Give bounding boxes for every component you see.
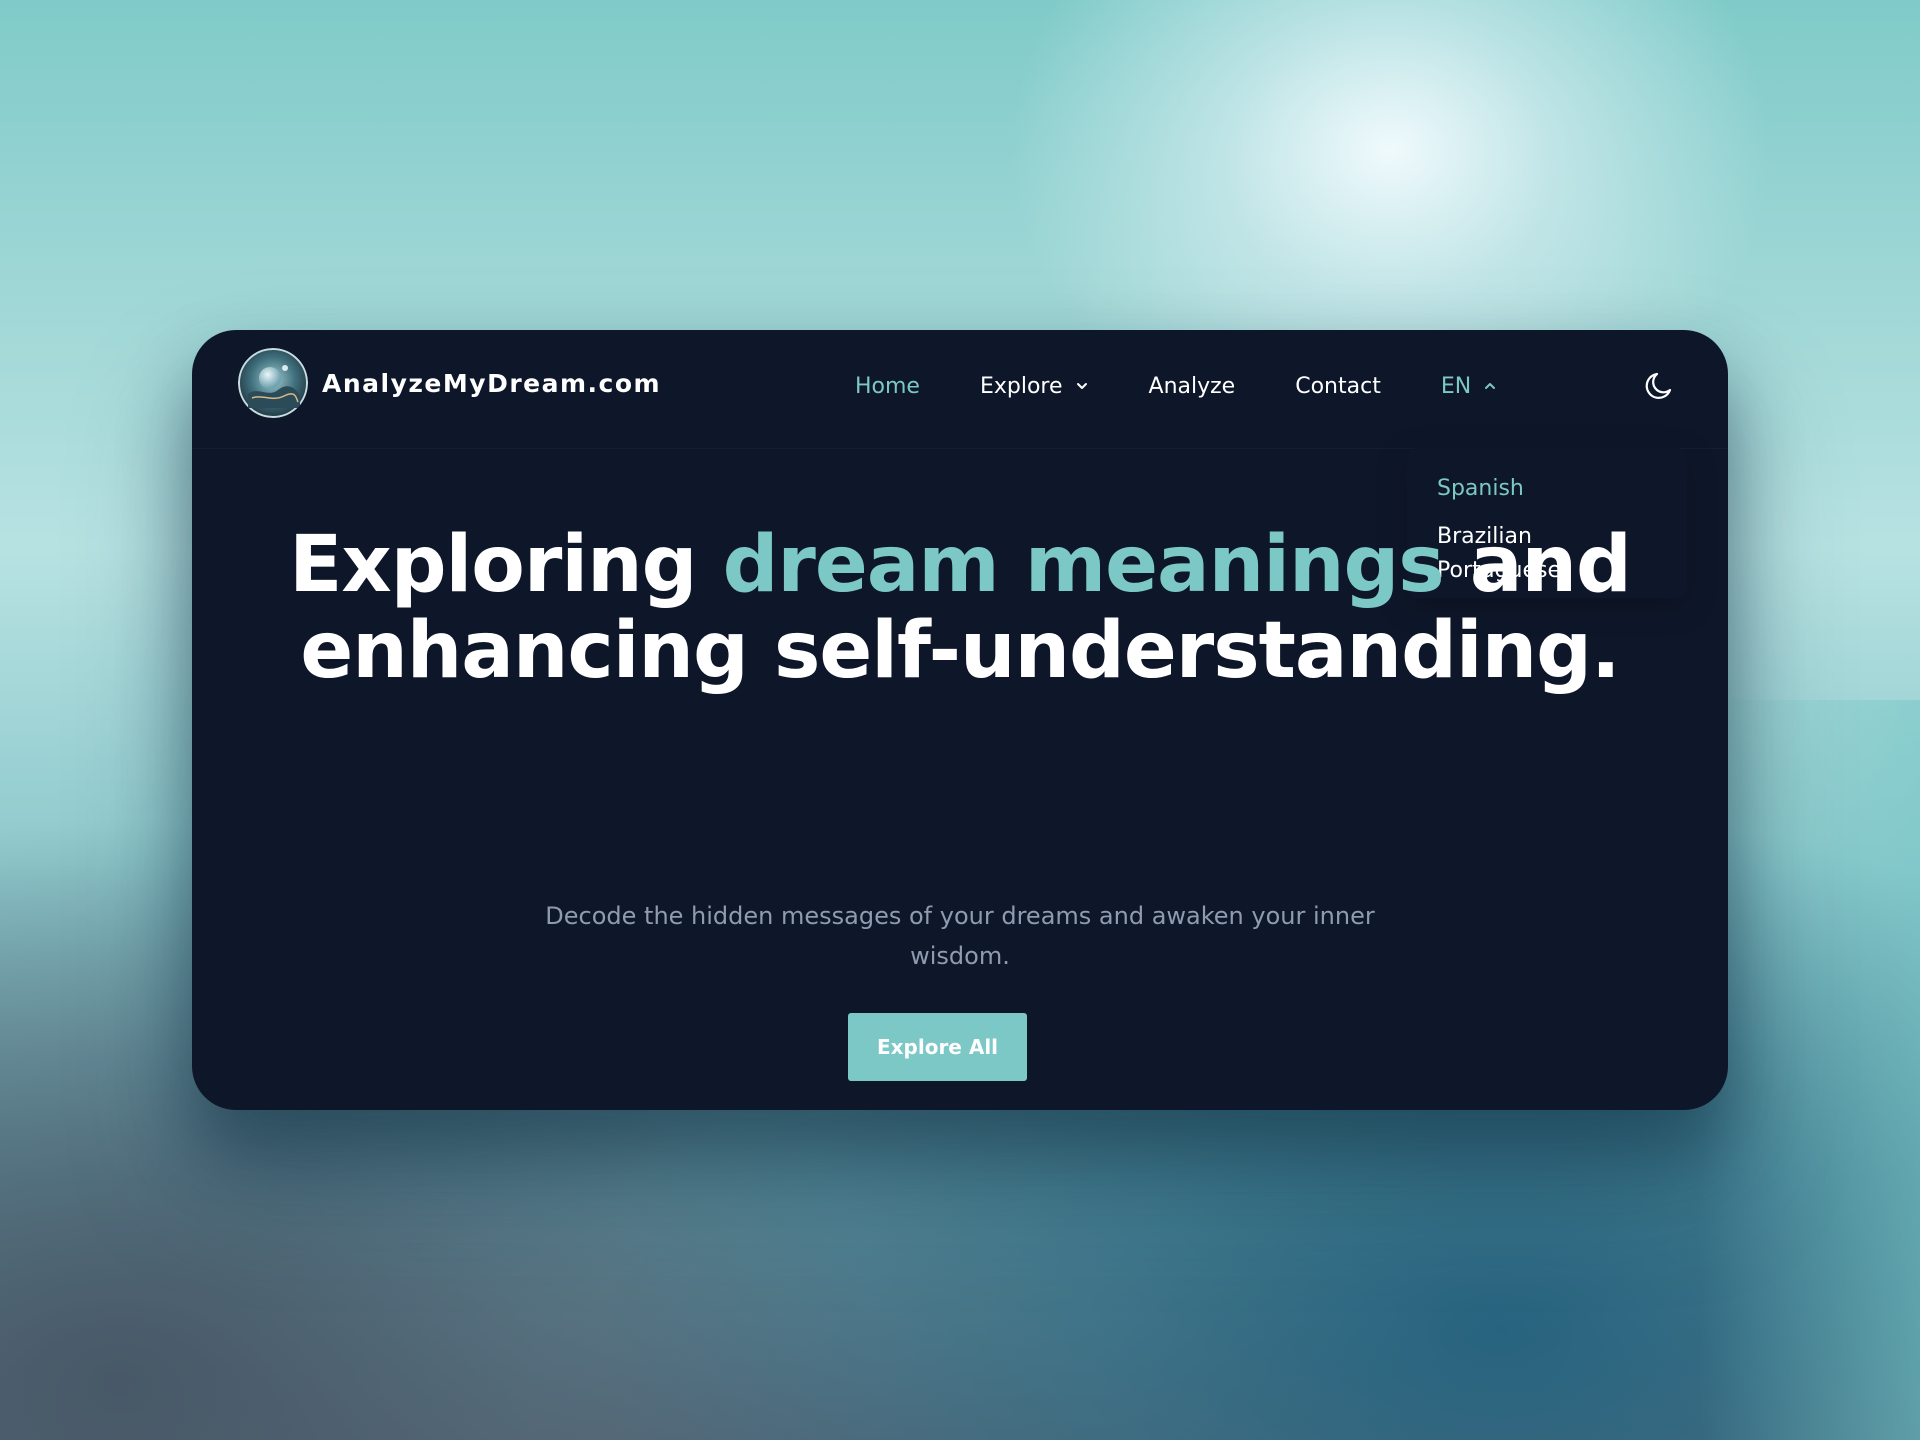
brand-name: AnalyzeMyDream.com: [322, 368, 662, 398]
chevron-down-icon: [1076, 383, 1087, 389]
language-option-brazilian-portuguese[interactable]: Brazilian Portuguese: [1437, 520, 1657, 588]
language-current: EN: [1440, 373, 1472, 399]
nav-home-label: Home: [855, 373, 920, 399]
nav-analyze-label: Analyze: [1148, 373, 1236, 399]
moon-icon[interactable]: [1642, 368, 1678, 404]
browser-card: AnalyzeMyDream.com Home Explore Analyze …: [192, 330, 1728, 1110]
main-nav: Home Explore Analyze Contact EN: [855, 366, 1497, 406]
nav-home[interactable]: Home: [855, 374, 920, 399]
language-option-spanish[interactable]: Spanish: [1437, 472, 1657, 506]
nav-contact[interactable]: Contact: [1295, 374, 1381, 399]
chevron-up-icon: [1485, 383, 1496, 389]
nav-explore[interactable]: Explore: [980, 374, 1089, 399]
navbar: AnalyzeMyDream.com Home Explore Analyze …: [192, 330, 1728, 449]
hero-title-part1: Exploring: [289, 520, 723, 610]
hero-subtitle: Decode the hidden messages of your dream…: [545, 902, 1375, 970]
background-glow: [1700, 700, 1920, 1440]
nav-explore-label: Explore: [979, 373, 1063, 399]
language-selector[interactable]: EN: [1441, 374, 1497, 399]
brand-logo-link[interactable]: AnalyzeMyDream.com: [238, 348, 661, 418]
language-dropdown: Spanish Brazilian Portuguese: [1407, 448, 1687, 598]
hero-title-accent: dream meanings: [722, 520, 1445, 610]
nav-contact-label: Contact: [1295, 373, 1381, 399]
dream-orb-logo-icon: [238, 348, 308, 418]
explore-all-button[interactable]: Explore All: [848, 1013, 1027, 1081]
nav-analyze[interactable]: Analyze: [1149, 374, 1236, 399]
